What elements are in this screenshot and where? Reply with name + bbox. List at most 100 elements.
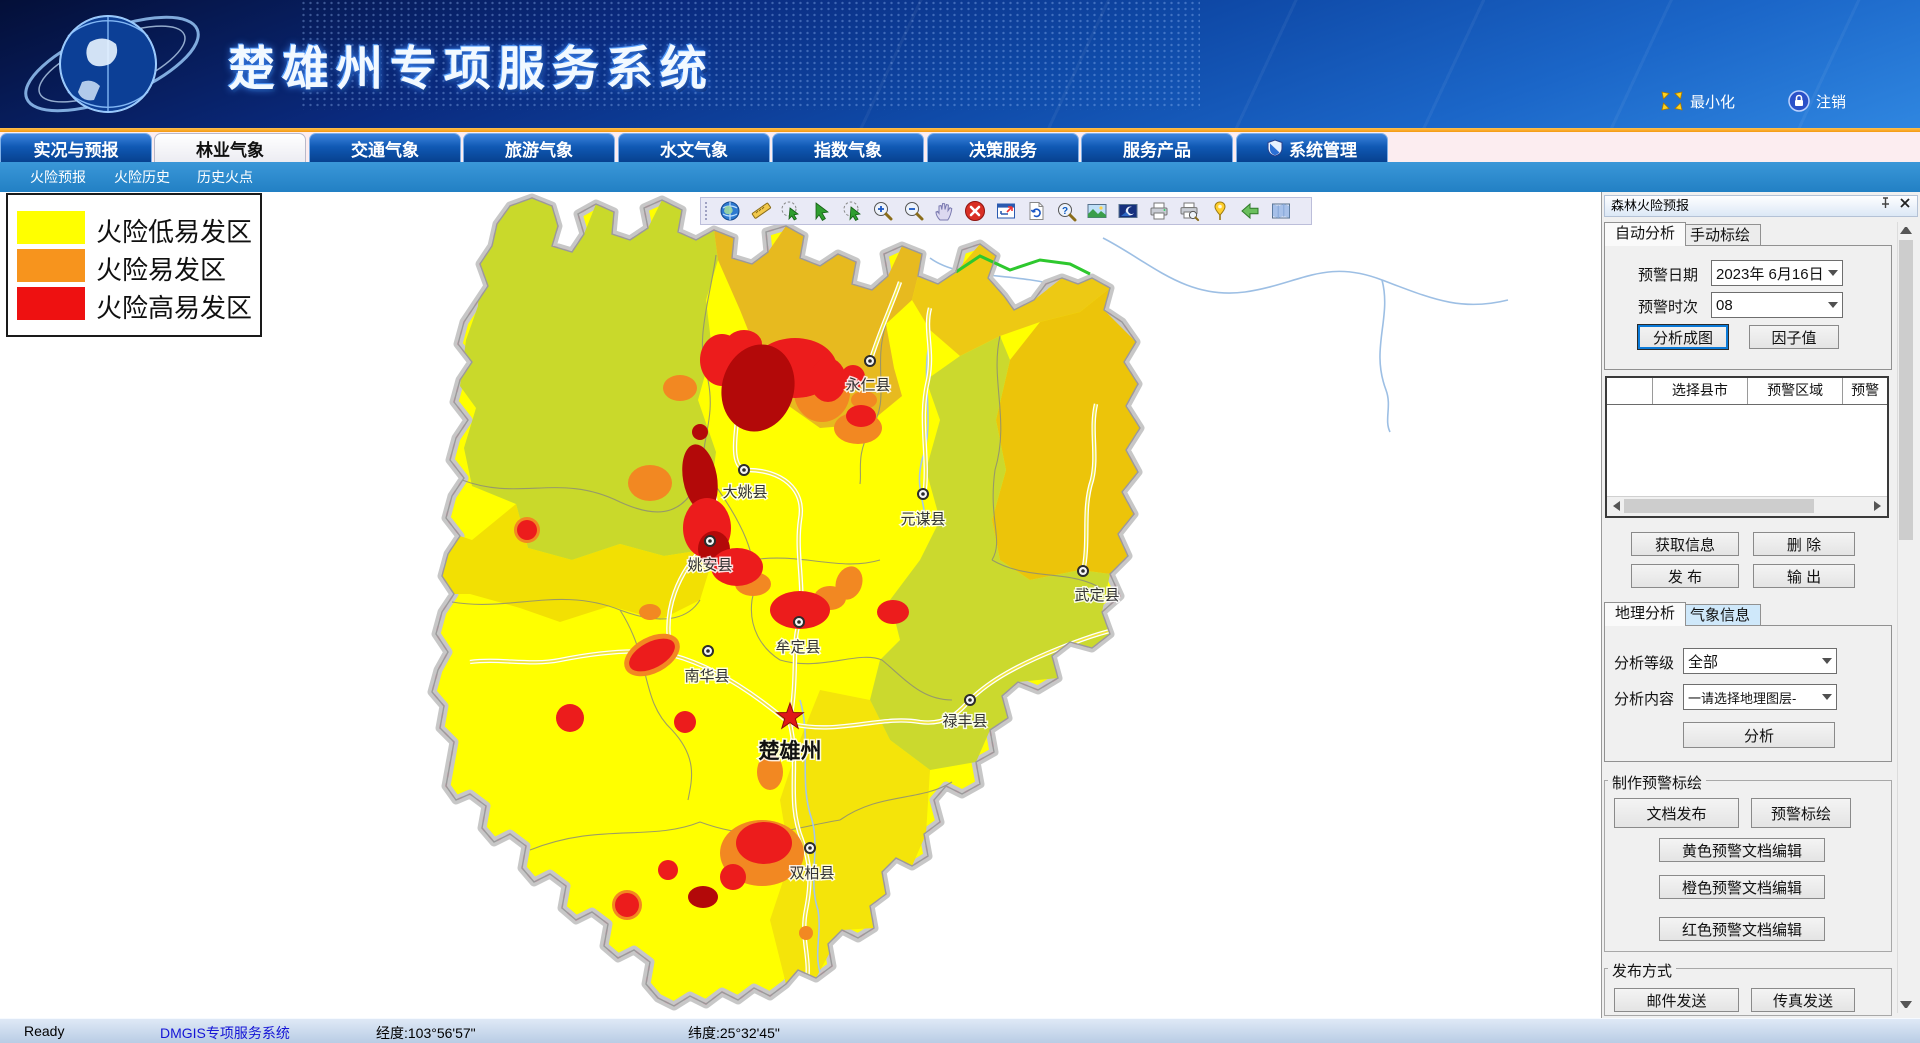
- logout-label: 注销: [1816, 91, 1846, 112]
- map-toolbar: ?: [700, 197, 1312, 225]
- scroll-down-arrow[interactable]: [1900, 998, 1912, 1010]
- subtab-fire-history[interactable]: 火险历史: [114, 162, 170, 192]
- panel-scrollbar[interactable]: [1897, 222, 1915, 1013]
- banner: 楚雄州专项服务系统 最小化 注销: [0, 0, 1920, 128]
- image-swap-icon[interactable]: [1117, 200, 1139, 222]
- measure-ruler-icon[interactable]: [750, 200, 772, 222]
- zoom-in-icon[interactable]: [872, 200, 894, 222]
- warn-time-combobox[interactable]: 08: [1711, 292, 1843, 318]
- application-window: 楚雄州专项服务系统 最小化 注销 实况与预报 林业气象 交通气象 旅游气象: [0, 0, 1920, 1043]
- legend-swatch-high: [17, 287, 85, 320]
- analyze-map-button[interactable]: 分析成图: [1637, 324, 1729, 350]
- warning-table[interactable]: 选择县市 预警区域 预警: [1605, 376, 1889, 518]
- legend-row: 火险易发区: [8, 247, 260, 285]
- county-label: 牟定县: [775, 639, 820, 656]
- panel-tab-auto-analysis[interactable]: 自动分析: [1604, 222, 1686, 246]
- panel-tab-geo-analysis[interactable]: 地理分析: [1604, 602, 1686, 626]
- chevron-down-icon: [1818, 694, 1836, 700]
- map-viewport[interactable]: 永仁县 大姚县 元谋县 姚安县 武定县 牟定县 南华县 禄丰县 双柏县 楚雄州 …: [0, 192, 1601, 1018]
- red-warning-doc-button[interactable]: 红色预警文档编辑: [1659, 917, 1825, 941]
- clear-selection-icon[interactable]: [842, 200, 864, 222]
- logout-button[interactable]: 注销: [1788, 90, 1846, 112]
- doc-publish-button[interactable]: 文档发布: [1614, 798, 1739, 828]
- publish-group-label: 发布方式: [1608, 960, 1676, 981]
- pan-hand-icon[interactable]: [933, 200, 955, 222]
- get-info-button[interactable]: 获取信息: [1631, 532, 1739, 556]
- scroll-up-arrow[interactable]: [1900, 225, 1912, 237]
- factor-value-button[interactable]: 因子值: [1749, 325, 1839, 349]
- hscroll-thumb[interactable]: [1624, 499, 1814, 513]
- plot-group-label: 制作预警标绘: [1608, 772, 1706, 793]
- tab-index[interactable]: 指数气象: [772, 133, 924, 162]
- tab-hydrology[interactable]: 水文气象: [618, 133, 770, 162]
- stop-icon[interactable]: [964, 200, 986, 222]
- column-header-warning[interactable]: 预警: [1843, 378, 1887, 404]
- print-preview-icon[interactable]: [1178, 200, 1200, 222]
- zoom-out-icon[interactable]: [903, 200, 925, 222]
- publish-button[interactable]: 发 布: [1631, 564, 1739, 588]
- banner-streaks: [820, 0, 1920, 128]
- placemark-pin-icon[interactable]: [1209, 200, 1231, 222]
- column-header-blank[interactable]: [1607, 378, 1653, 404]
- scroll-thumb[interactable]: [1899, 240, 1913, 540]
- zoom-extent-icon[interactable]: [995, 200, 1017, 222]
- analysis-content-combobox[interactable]: 一请选择地理图层-: [1683, 684, 1837, 710]
- tab-tourism[interactable]: 旅游气象: [463, 133, 615, 162]
- yellow-warning-doc-button[interactable]: 黄色预警文档编辑: [1659, 838, 1825, 862]
- identify-icon[interactable]: ?: [1056, 200, 1078, 222]
- county-label: 元谋县: [900, 511, 945, 528]
- app-title: 楚雄州专项服务系统: [228, 30, 714, 99]
- print-icon[interactable]: [1148, 200, 1170, 222]
- tab-forestry[interactable]: 林业气象: [154, 133, 306, 162]
- subtab-history-firepoints[interactable]: 历史火点: [197, 162, 253, 192]
- overview-map-icon[interactable]: [1270, 200, 1292, 222]
- delete-button[interactable]: 删 除: [1753, 532, 1855, 556]
- tab-system[interactable]: 系统管理: [1236, 133, 1388, 162]
- minimize-label: 最小化: [1690, 91, 1735, 112]
- pin-icon[interactable]: [1878, 196, 1892, 210]
- export-image-icon[interactable]: [1086, 200, 1108, 222]
- email-send-button[interactable]: 邮件发送: [1614, 988, 1739, 1012]
- county-label: 永仁县: [845, 377, 890, 394]
- refresh-page-icon[interactable]: [1025, 200, 1047, 222]
- toolbar-grip[interactable]: [705, 202, 711, 220]
- select-by-circle-icon[interactable]: [780, 200, 802, 222]
- analyze-button[interactable]: 分析: [1683, 722, 1835, 748]
- status-system-link[interactable]: DMGIS专项服务系统: [160, 1023, 290, 1043]
- orange-warning-doc-button[interactable]: 橙色预警文档编辑: [1659, 875, 1825, 899]
- export-button[interactable]: 输 出: [1753, 564, 1855, 588]
- status-ready: Ready: [24, 1023, 64, 1039]
- warn-date-combobox[interactable]: 2023年 6月16日: [1711, 260, 1843, 286]
- warn-plot-button[interactable]: 预警标绘: [1751, 798, 1851, 828]
- status-bar: Ready DMGIS专项服务系统 经度:103°56'57" 纬度:25°32…: [0, 1018, 1920, 1043]
- analysis-level-combobox[interactable]: 全部: [1683, 648, 1837, 674]
- panel-title: 森林火险预报: [1604, 195, 1918, 217]
- subtab-fire-forecast[interactable]: 火险预报: [30, 162, 86, 192]
- legend-label: 火险高易发区: [96, 288, 252, 325]
- column-header-county[interactable]: 选择县市: [1653, 378, 1748, 404]
- warn-date-label: 预警日期: [1638, 264, 1698, 285]
- county-label: 姚安县: [687, 557, 732, 574]
- tab-traffic[interactable]: 交通气象: [309, 133, 461, 162]
- panel-tab-weather-info[interactable]: 气象信息: [1679, 604, 1761, 626]
- scroll-right-arrow[interactable]: [1874, 501, 1884, 511]
- close-icon[interactable]: [1898, 196, 1912, 210]
- tab-products[interactable]: 服务产品: [1081, 133, 1233, 162]
- globe-logo: [12, 2, 212, 126]
- scroll-left-arrow[interactable]: [1610, 501, 1620, 511]
- panel-tab-manual-plot[interactable]: 手动标绘: [1679, 224, 1761, 246]
- map-legend: 火险低易发区 火险易发区 火险高易发区: [6, 193, 262, 337]
- warn-time-label: 预警时次: [1638, 296, 1698, 317]
- column-header-region[interactable]: 预警区域: [1748, 378, 1843, 404]
- sub-tabbar: 火险预报 火险历史 历史火点: [0, 162, 1920, 192]
- table-hscrollbar[interactable]: [1607, 496, 1887, 516]
- globe-icon[interactable]: [719, 200, 741, 222]
- minimize-button[interactable]: 最小化: [1660, 90, 1735, 112]
- forest-fire-panel: 森林火险预报 自动分析 手动标绘 预警日期 2023年 6月16日 预警时次 0…: [1601, 192, 1920, 1018]
- back-arrow-icon[interactable]: [1239, 200, 1261, 222]
- county-label: 南华县: [684, 668, 729, 685]
- fax-send-button[interactable]: 传真发送: [1751, 988, 1855, 1012]
- tab-decision[interactable]: 决策服务: [927, 133, 1079, 162]
- tab-live-forecast[interactable]: 实况与预报: [0, 133, 152, 162]
- select-arrow-icon[interactable]: [811, 200, 833, 222]
